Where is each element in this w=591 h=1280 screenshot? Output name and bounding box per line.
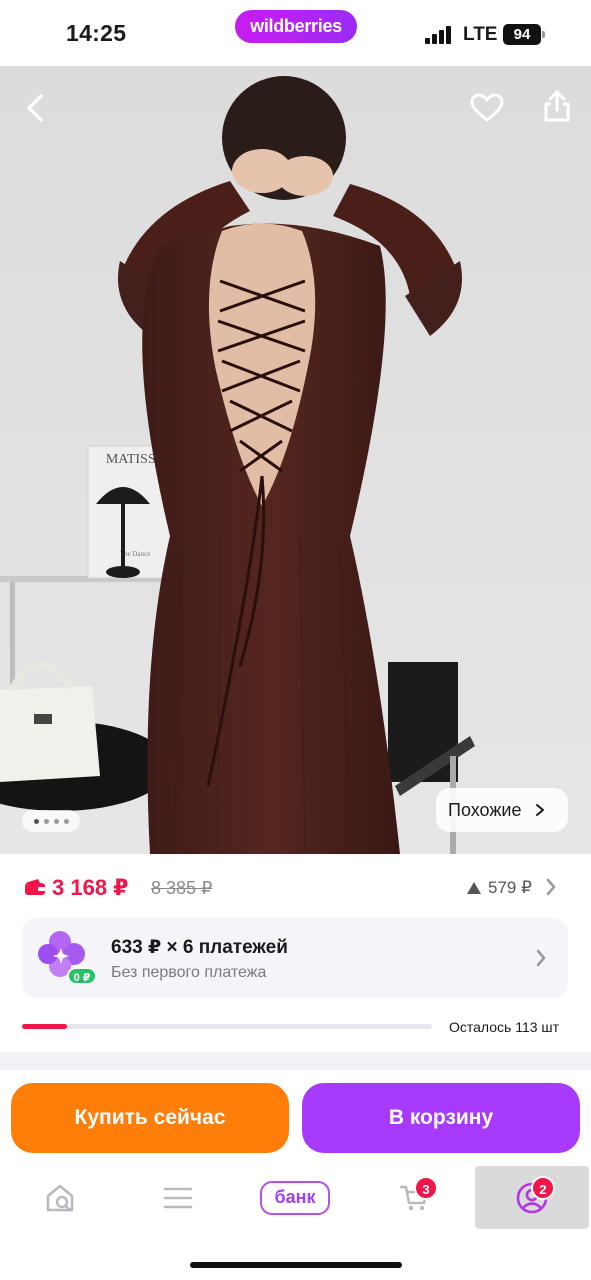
triangle-up-icon — [467, 882, 481, 894]
share-icon — [544, 90, 570, 122]
network-type: LTE — [463, 24, 498, 45]
cart-badge: 3 — [414, 1176, 438, 1200]
price-change-value: 579 ₽ — [488, 878, 532, 897]
current-price: 3 168 ₽ — [52, 875, 129, 900]
home-indicator — [190, 1262, 402, 1268]
section-divider — [0, 1052, 591, 1070]
stock-remaining: Осталось 113 шт — [449, 1019, 560, 1035]
gallery-dot — [63, 818, 69, 824]
status-bar: 14:25 wildberries LTE 94 — [0, 0, 591, 66]
status-time: 14:25 — [66, 20, 127, 46]
heart-icon — [470, 93, 504, 122]
favorite-button[interactable] — [465, 86, 509, 130]
stock-progress-fill — [22, 1024, 68, 1029]
old-price: 8 385 ₽ — [151, 878, 213, 898]
product-image[interactable]: MATISSE The Dance Похожие — [0, 66, 591, 854]
tab-cart[interactable] — [384, 1166, 444, 1230]
profile-badge: 2 — [531, 1176, 555, 1200]
tab-bar: банк 3 2 — [0, 1166, 591, 1232]
tab-bank[interactable]: банк — [258, 1166, 332, 1230]
stock-progress-bar — [22, 1024, 432, 1029]
signal-icon — [425, 26, 455, 44]
buy-now-button[interactable]: Купить сейчас — [11, 1083, 289, 1153]
chevron-right-icon — [536, 804, 545, 816]
wallet-icon — [25, 879, 45, 895]
chevron-right-icon — [536, 949, 546, 967]
gallery-dot — [53, 818, 59, 824]
price-row[interactable]: 3 168 ₽ 8 385 ₽ 579 ₽ — [0, 866, 591, 910]
gallery-pagination — [22, 810, 80, 832]
bank-label: банк — [260, 1181, 330, 1215]
tab-profile[interactable] — [475, 1166, 589, 1229]
battery-icon: 94 — [503, 24, 541, 45]
gallery-dot — [33, 818, 39, 824]
installment-title: 633 ₽ × 6 платежей — [111, 937, 288, 958]
menu-icon — [163, 1187, 193, 1209]
similar-button[interactable]: Похожие — [436, 788, 568, 832]
zero-badge: 0 ₽ — [67, 967, 97, 985]
share-button[interactable] — [535, 84, 579, 128]
add-to-cart-button[interactable]: В корзину — [302, 1083, 580, 1153]
similar-label: Похожие — [448, 799, 522, 820]
product-photo: MATISSE The Dance — [0, 66, 591, 854]
price-change[interactable]: 579 ₽ — [466, 878, 532, 898]
brand-logo[interactable]: wildberries — [235, 10, 357, 43]
chevron-right-icon[interactable] — [544, 876, 558, 898]
home-search-icon — [46, 1184, 74, 1212]
installment-card[interactable]: 0 ₽ 633 ₽ × 6 платежей Без первого плате… — [22, 918, 568, 998]
installment-subtitle: Без первого платежа — [111, 964, 267, 981]
tab-catalog[interactable] — [148, 1166, 208, 1230]
tab-home[interactable] — [30, 1166, 90, 1230]
chevron-left-icon — [27, 94, 43, 122]
battery-tip — [542, 31, 545, 38]
gallery-dot — [43, 818, 49, 824]
back-button[interactable] — [14, 86, 58, 130]
